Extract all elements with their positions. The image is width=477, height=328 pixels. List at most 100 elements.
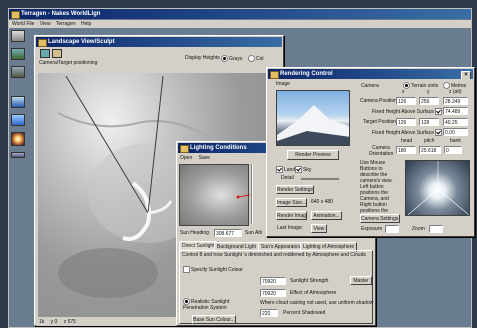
app-menubar: World File View Terragen Help	[9, 20, 471, 28]
mouse-buttons-hint: Use Mouse Buttons to describe the camera…	[360, 160, 393, 184]
zoom-field[interactable]	[429, 225, 443, 233]
specify-colour-option[interactable]: Specify Sunlight Colour	[183, 266, 243, 274]
sculpt-mode-icon[interactable]	[52, 49, 62, 58]
sun-position-map[interactable]	[179, 164, 250, 226]
landscape-title-bar: Landscape View/Sculpt	[36, 37, 282, 47]
sun-direction-line	[237, 194, 250, 198]
head-field[interactable]: 180	[396, 146, 416, 154]
status-coord-y: y 0	[50, 319, 58, 325]
fixed-height-camera-checkbox[interactable]	[435, 108, 443, 115]
exposure-field[interactable]	[385, 225, 399, 233]
status-coord-x: 1k	[39, 319, 45, 325]
app-title: Terragen - Nakes WorldLign	[21, 11, 101, 17]
display-heights-label: Display Heights	[185, 55, 220, 61]
preview-mountain	[277, 105, 349, 145]
sun-altitude-slider[interactable]	[251, 164, 253, 224]
landscape-tool-icon[interactable]	[11, 30, 25, 42]
rendering-tool-icon[interactable]	[11, 66, 25, 78]
menu-terragen[interactable]: Terragen	[56, 21, 76, 27]
sun-heading-label: Sun Heading	[180, 230, 209, 236]
sky-option[interactable]: Sky	[295, 166, 311, 174]
terrain-units-radio[interactable]	[403, 82, 410, 89]
animation-button[interactable]: Animation...	[311, 211, 342, 220]
lighting-menu-save[interactable]: Save	[199, 155, 210, 161]
terrain-tool-icon[interactable]	[11, 48, 25, 60]
target-position-label: Target Position	[363, 119, 397, 125]
bank-field[interactable]: 0	[444, 146, 462, 154]
render-settings-button[interactable]: Render Settings...	[276, 185, 314, 194]
water-tool-icon[interactable]	[11, 96, 25, 108]
camera-x-field[interactable]: 126	[396, 97, 416, 105]
camera-mode-icon[interactable]	[40, 49, 50, 58]
atmosphere-effect-field[interactable]: 70920	[260, 289, 286, 297]
render-preview-image	[276, 90, 350, 146]
camera-target-positioning-label: Camera/Target positioning	[39, 60, 98, 66]
pitch-field[interactable]: 25.618	[419, 146, 441, 154]
menu-help[interactable]: Help	[81, 21, 91, 27]
camera-settings-button[interactable]: Camera Settings...	[360, 214, 400, 223]
target-z-field[interactable]: 40.25	[443, 118, 468, 126]
bank-column-label: bank	[450, 138, 461, 144]
camera-y-field[interactable]: 259	[419, 97, 439, 105]
base-sun-colour-button[interactable]: Base Sun Colour...	[192, 315, 236, 324]
y-column-label: y	[427, 89, 430, 95]
render-preview-button[interactable]: Render Preview	[287, 150, 339, 160]
exposure-label: Exposure	[361, 226, 383, 232]
detail-slider[interactable]	[301, 178, 339, 180]
lighting-menu-open[interactable]: Open	[180, 155, 192, 161]
sun-marker-icon[interactable]	[236, 195, 240, 199]
image-size-button[interactable]: Image Size...	[276, 198, 307, 207]
realistic-penetration-option[interactable]: Realistic Sunlight Penetration System	[183, 298, 255, 311]
fixed-height-camera-field[interactable]: 74.489	[443, 107, 468, 115]
percent-shadowed-label: Percent Shadowed	[283, 310, 326, 316]
grays-option[interactable]: Grays	[221, 55, 242, 63]
camera-z-field[interactable]: 28.249	[443, 97, 468, 105]
target-x-field[interactable]: 126	[396, 118, 416, 126]
fixed-height-target-option[interactable]: Fixed Height Above Surface	[372, 129, 443, 137]
land-option[interactable]: Land	[276, 166, 295, 174]
specify-colour-checkbox[interactable]	[183, 266, 190, 273]
direct-sunlight-description: Control 8 and how Sunlight 's diminished…	[182, 252, 366, 258]
colour-option[interactable]: Col	[248, 55, 264, 63]
land-checkbox[interactable]	[276, 166, 283, 173]
clouds-tool-icon[interactable]	[11, 152, 25, 158]
terrain-units-label: Terrain units	[411, 82, 439, 89]
realistic-penetration-radio[interactable]	[183, 298, 190, 305]
view-button[interactable]: View	[311, 224, 327, 233]
sun-heading-field[interactable]: 308.677	[214, 229, 242, 237]
tool-bar	[9, 28, 27, 158]
menu-view[interactable]: View	[40, 21, 51, 27]
pitch-column-label: pitch	[424, 138, 435, 144]
sky-label: Sky	[303, 166, 312, 173]
detail-label: Detail	[281, 175, 294, 181]
status-coord-z: z 675	[63, 319, 76, 325]
camera-view-overlay	[407, 161, 469, 215]
grays-radio[interactable]	[221, 55, 228, 62]
target-y-field[interactable]: 128	[419, 118, 439, 126]
camera-orientation-view[interactable]	[405, 160, 470, 216]
rendering-close-button[interactable]: ×	[461, 71, 471, 79]
image-size-value: 640 x 480	[311, 199, 333, 205]
sky-checkbox[interactable]	[295, 166, 302, 173]
metres-radio[interactable]	[443, 82, 450, 89]
master-button[interactable]: Master	[350, 276, 372, 285]
terrain-units-option[interactable]: Terrain units	[403, 82, 438, 90]
fixed-height-target-field[interactable]: 0.00	[443, 128, 468, 136]
sun-strength-label: Sunlight Strength	[290, 278, 329, 284]
rendering-window: Rendering Control × Image Render Preview…	[266, 67, 475, 237]
sun-strength-field[interactable]: 70920	[260, 277, 286, 285]
lighting-window-icon	[180, 145, 189, 153]
lighting-title: Lighting Conditions	[190, 145, 247, 151]
landscape-title: Landscape View/Sculpt	[48, 39, 115, 45]
sun-tool-icon[interactable]	[11, 132, 25, 146]
fixed-height-camera-option[interactable]: Fixed Height Above Surface	[372, 108, 443, 116]
sky-tool-icon[interactable]	[11, 114, 25, 126]
specify-colour-label: Specify Sunlight Colour	[191, 266, 243, 273]
menu-world-file[interactable]: World File	[12, 21, 34, 27]
percent-shadowed-field[interactable]: 220	[260, 309, 278, 317]
render-image-button[interactable]: Render Image	[276, 211, 307, 220]
head-column-label: head	[401, 138, 413, 144]
fixed-height-target-checkbox[interactable]	[435, 129, 443, 136]
grays-label: Grays	[229, 55, 243, 62]
colour-radio[interactable]	[248, 55, 255, 62]
